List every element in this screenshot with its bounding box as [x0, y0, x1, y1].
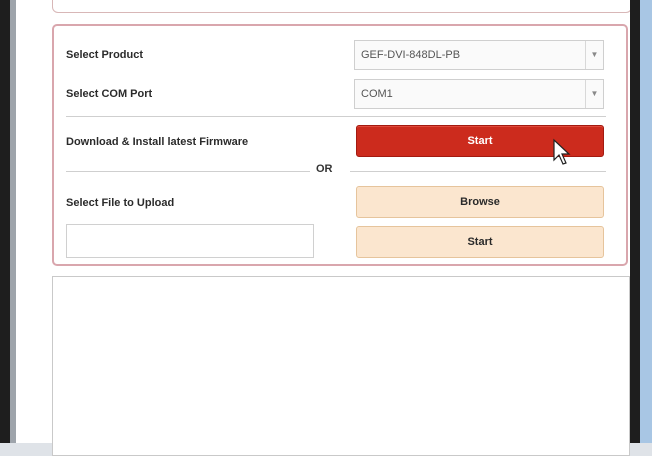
window-frame-right	[630, 0, 640, 443]
or-divider-right	[350, 171, 606, 172]
previous-panel	[52, 0, 632, 13]
desktop-edge	[640, 0, 652, 443]
com-port-select[interactable]: COM1 ▼	[354, 79, 604, 109]
com-port-select-value: COM1	[361, 88, 393, 100]
section-divider	[66, 116, 606, 117]
product-select[interactable]: GEF-DVI-848DL-PB ▼	[354, 40, 604, 70]
or-separator-label: OR	[316, 163, 333, 175]
browse-button[interactable]: Browse	[356, 186, 604, 218]
or-divider-left	[66, 171, 310, 172]
download-firmware-label: Download & Install latest Firmware	[66, 136, 249, 148]
file-path-input[interactable]	[66, 224, 314, 258]
upload-start-button[interactable]: Start	[356, 226, 604, 258]
chevron-down-icon[interactable]: ▼	[585, 41, 603, 69]
product-select-value: GEF-DVI-848DL-PB	[361, 49, 461, 61]
select-com-port-label: Select COM Port	[66, 88, 153, 100]
mouse-pointer-icon	[553, 138, 571, 165]
output-log-area[interactable]	[52, 276, 630, 456]
select-file-label: Select File to Upload	[66, 197, 175, 209]
app-content: Select Product GEF-DVI-848DL-PB ▼ Select…	[16, 0, 632, 456]
chevron-down-icon[interactable]: ▼	[585, 80, 603, 108]
select-product-label: Select Product	[66, 49, 144, 61]
firmware-update-panel: Select Product GEF-DVI-848DL-PB ▼ Select…	[52, 24, 628, 266]
window-frame-left	[0, 0, 10, 443]
